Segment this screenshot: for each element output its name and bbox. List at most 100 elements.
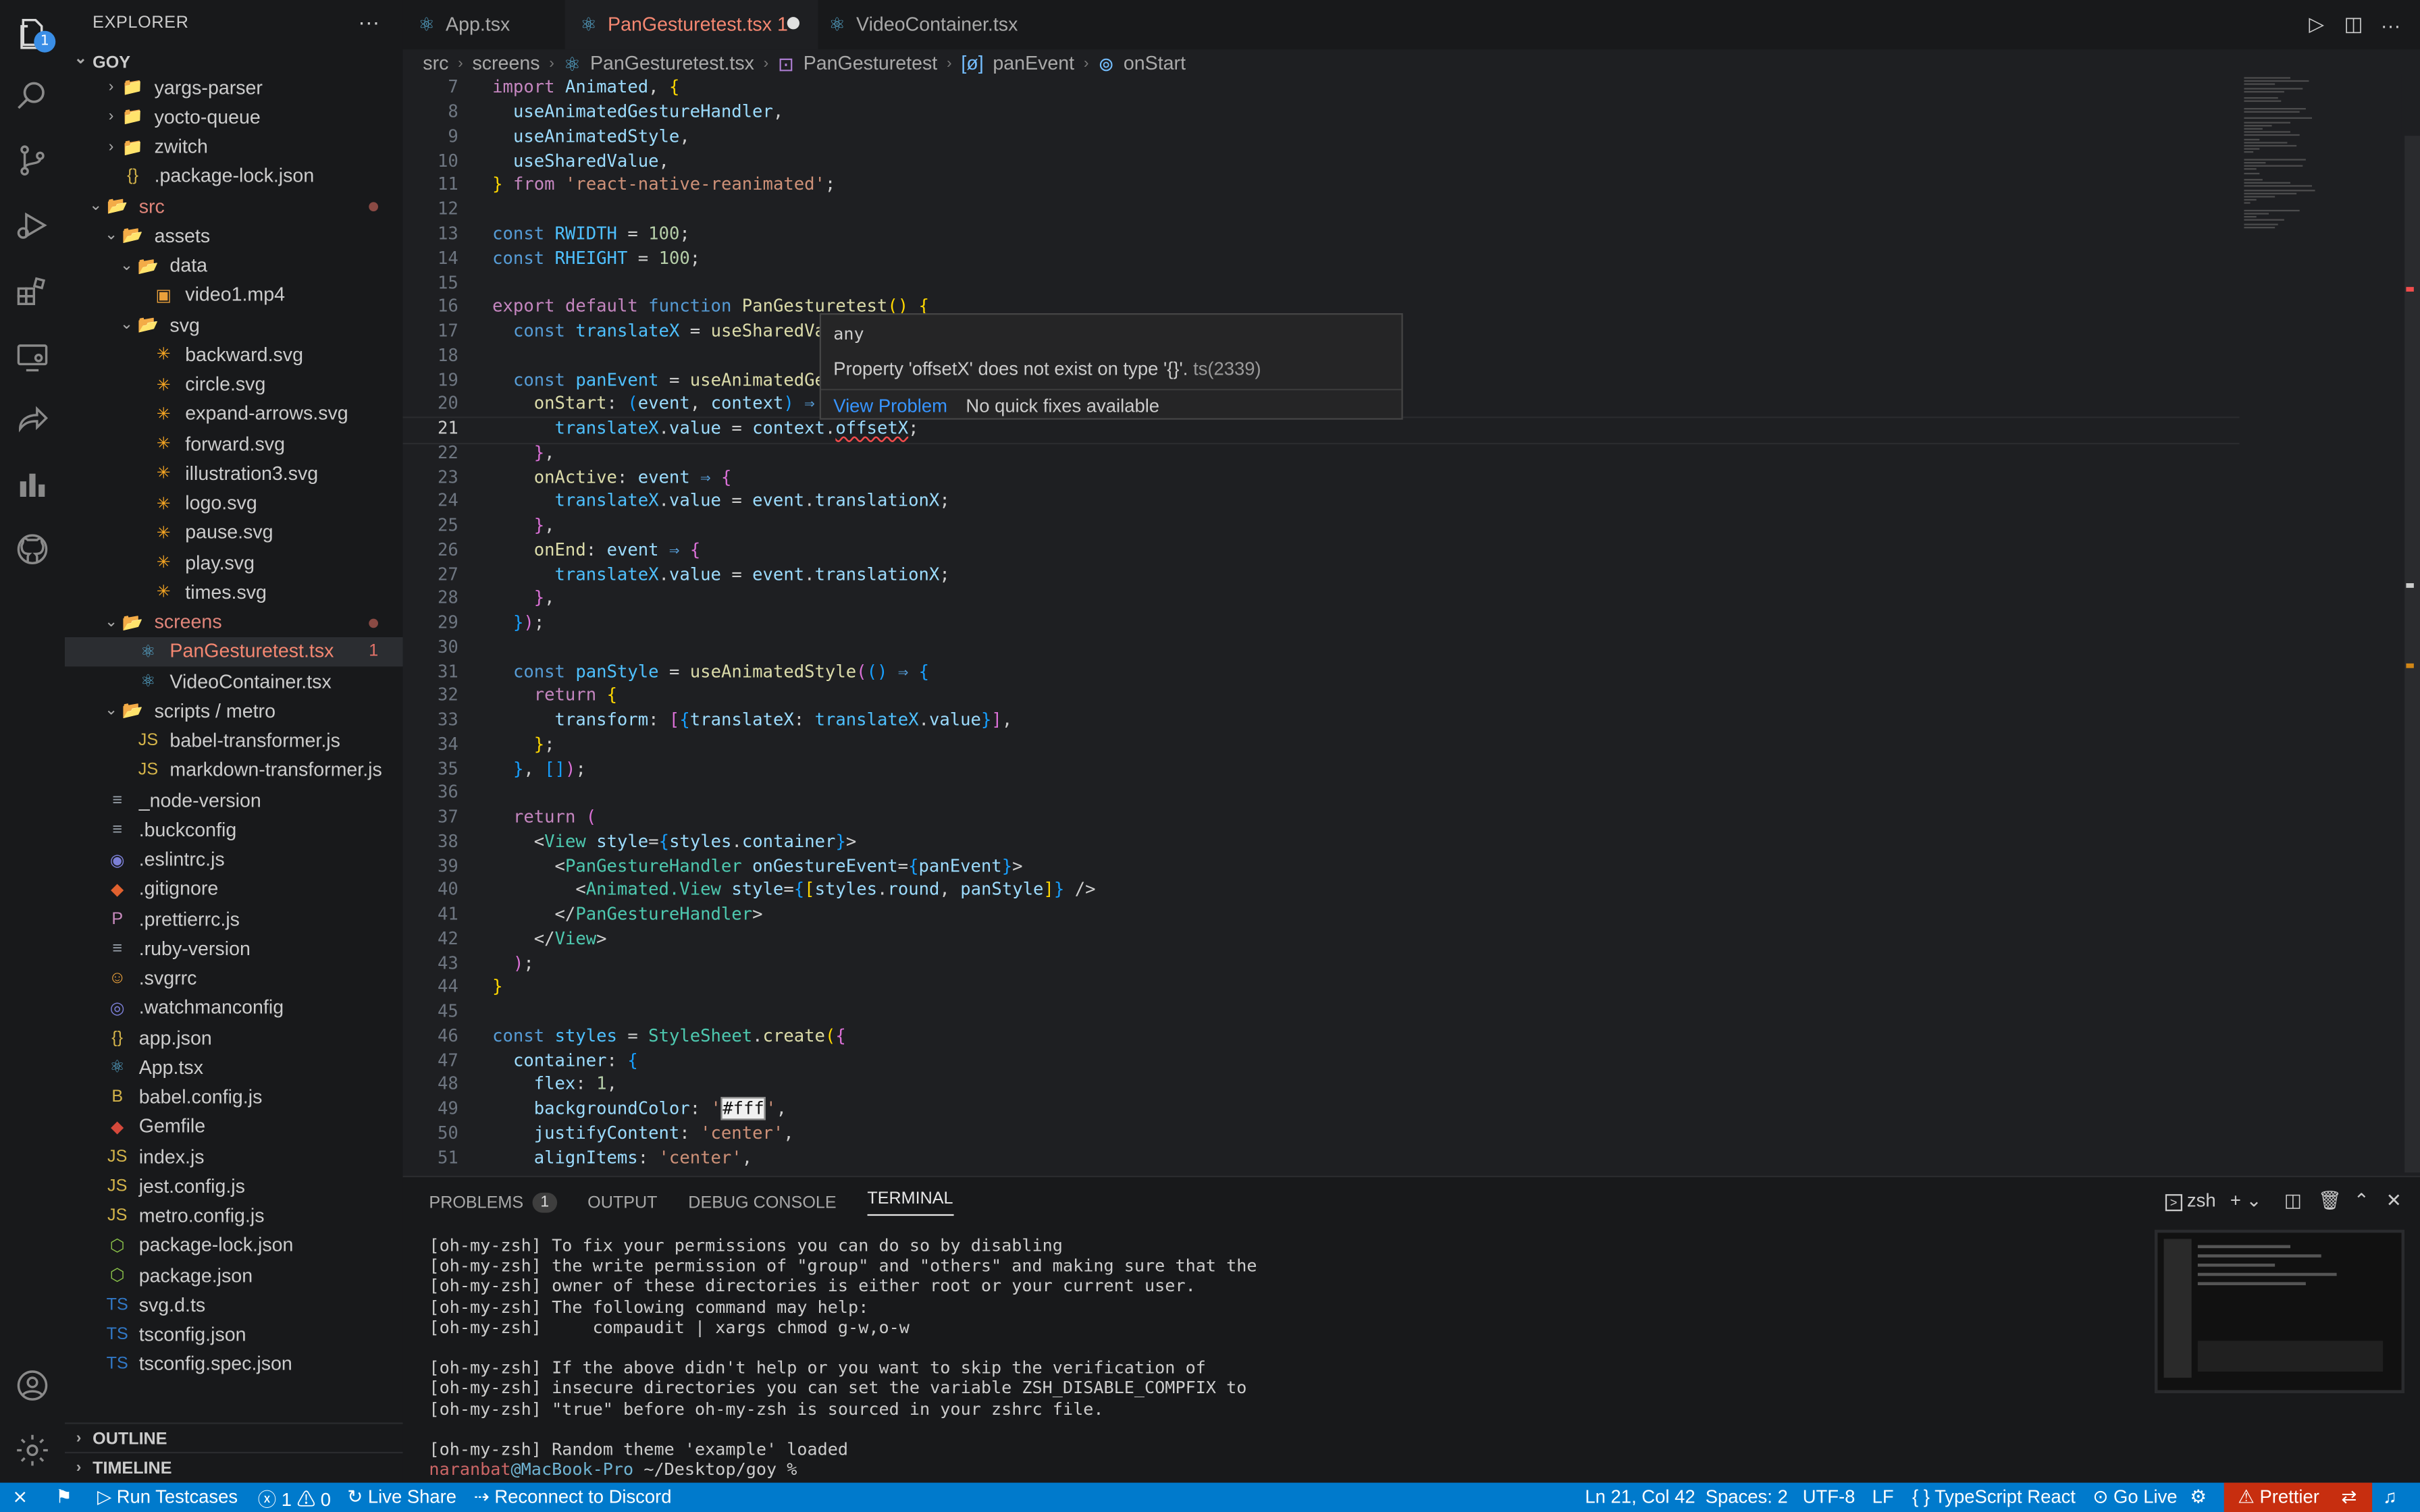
tab-output[interactable]: OUTPUT [587, 1189, 657, 1216]
source-control-icon[interactable] [11, 139, 54, 182]
tree-file[interactable]: JS index.js [65, 1141, 403, 1170]
view-problem-link[interactable]: View Problem [833, 394, 947, 416]
stats-icon[interactable] [11, 463, 54, 506]
close-panel-icon[interactable]: ✕ [2386, 1189, 2402, 1211]
crumb-property[interactable]: onStart [1124, 53, 1186, 74]
feedback-icon[interactable]: ⇄ [2341, 1486, 2357, 1507]
tree-file[interactable]: ✳ play.svg [65, 547, 403, 576]
tree-file[interactable]: ☺ .svgrrc [65, 963, 403, 992]
tree-file[interactable]: ⬡ package.json [65, 1260, 403, 1289]
tree-file[interactable]: Bbabel.config.js [65, 1082, 403, 1111]
tree-file[interactable]: TS svg.d.ts [65, 1290, 403, 1319]
tree-folder[interactable]: ⌄ 📂 assets [65, 221, 403, 250]
tree-folder[interactable]: ⌄ 📂 data [65, 250, 403, 279]
search-icon[interactable] [11, 74, 54, 117]
tree-folder[interactable]: › 📁 yargs-parser [65, 72, 403, 101]
minimap[interactable] [2238, 74, 2401, 244]
tree-file[interactable]: ◎ .watchmanconfig [65, 993, 403, 1022]
more-actions-icon[interactable]: ··· [2378, 12, 2403, 37]
prettier-button[interactable]: ⚠ Prettier [2238, 1486, 2319, 1507]
tab-terminal[interactable]: TERMINAL [867, 1189, 953, 1216]
tree-file[interactable]: TS tsconfig.json [65, 1320, 403, 1349]
tree-file[interactable]: ✳ backward.svg [65, 340, 403, 369]
tree-file[interactable]: ✳ circle.svg [65, 369, 403, 398]
tab-app-tsx[interactable]: ⚛ App.tsx [403, 0, 573, 49]
accounts-icon[interactable] [11, 1364, 54, 1407]
tree-file[interactable]: ◉ .eslintrc.js [65, 844, 403, 873]
tree-file[interactable]: JS jest.config.js [65, 1171, 403, 1200]
crumb-function[interactable]: PanGesturetest [804, 53, 938, 74]
notifications-bell-icon[interactable]: ♫ [2383, 1486, 2397, 1507]
language-mode[interactable]: { } TypeScript React [1912, 1486, 2076, 1507]
tree-file[interactable]: ✳ pause.svg [65, 518, 403, 547]
tree-file[interactable]: ◆ .gitignore [65, 874, 403, 903]
tree-file[interactable]: ⚛ PanGesturetest.tsx 1 [64, 637, 403, 666]
tree-file[interactable]: TS tsconfig.spec.json [65, 1349, 403, 1378]
outline-section[interactable]: › OUTLINE [64, 1422, 403, 1453]
tree-file[interactable]: ⚛ VideoContainer.tsx [65, 666, 403, 695]
extensions-icon[interactable] [11, 270, 54, 313]
tab-videocontainer-tsx[interactable]: ⚛ VideoContainer.tsx [814, 0, 1061, 49]
split-editor-icon[interactable]: ◫ [2341, 12, 2366, 37]
tree-folder[interactable]: ⌄ 📂 src [65, 191, 403, 220]
indentation[interactable]: Spaces: 2 [1706, 1486, 1788, 1507]
split-terminal-icon[interactable]: ◫ [2284, 1189, 2302, 1211]
tree-file[interactable]: {} .package-lock.json [65, 161, 403, 190]
tree-file[interactable]: {} app.json [65, 1023, 403, 1052]
more-actions-icon[interactable]: ··· [358, 9, 379, 34]
github-icon[interactable] [11, 528, 54, 571]
reconnect-discord-button[interactable]: ⇢ Reconnect to Discord [474, 1486, 672, 1507]
terminal-shell-selector[interactable]: > zsh [2165, 1189, 2216, 1212]
unsaved-dot-icon[interactable] [787, 17, 799, 30]
live-share-button[interactable]: ↻ Live Share [347, 1486, 456, 1507]
tree-folder[interactable]: ⌄ 📂 scripts / metro [65, 696, 403, 725]
editor-scrollbar[interactable] [2401, 74, 2420, 1173]
go-live-button[interactable]: ⊙ Go Live [2093, 1486, 2177, 1507]
run-file-icon[interactable]: ▷ [2305, 12, 2330, 37]
timeline-section[interactable]: › TIMELINE [64, 1451, 403, 1483]
tab-problems[interactable]: PROBLEMS 1 [429, 1189, 557, 1216]
crumb-variable[interactable]: panEvent [993, 53, 1074, 74]
encoding[interactable]: UTF-8 [1803, 1486, 1856, 1507]
line-ending[interactable]: LF [1872, 1486, 1894, 1507]
tree-file[interactable]: ✳ forward.svg [65, 429, 403, 458]
problems-indicator[interactable]: ⓧ 1 ⚠ 0 [258, 1486, 331, 1512]
tree-file[interactable]: ✳ expand-arrows.svg [65, 399, 403, 428]
tab-pangesturetest-tsx[interactable]: ⚛ PanGesturetest.tsx 1 [564, 0, 818, 50]
live-share-icon[interactable] [11, 398, 54, 441]
run-testcases-button[interactable]: ▷ Run Testcases [97, 1486, 238, 1507]
tree-file[interactable]: ◆ Gemfile [65, 1112, 403, 1141]
sync-icon[interactable]: ⚙ [2190, 1486, 2207, 1507]
run-debug-icon[interactable] [11, 204, 54, 247]
branch-icon[interactable]: ⚑ [55, 1486, 72, 1507]
crumb-src[interactable]: src [423, 53, 448, 74]
tree-file[interactable]: ≡ _node-version [65, 785, 403, 814]
tree-file[interactable]: JS markdown-transformer.js [65, 755, 403, 784]
tree-file[interactable]: ▣ video1.mp4 [65, 280, 403, 309]
tree-file[interactable]: JS metro.config.js [65, 1201, 403, 1230]
tree-file[interactable]: ≡ .ruby-version [65, 934, 403, 963]
tree-folder[interactable]: › 📁 zwitch [65, 132, 403, 161]
terminal-output[interactable]: [oh-my-zsh] To fix your permissions you … [429, 1236, 1257, 1480]
settings-gear-icon[interactable] [11, 1429, 54, 1472]
tree-file[interactable]: ✳ times.svg [65, 577, 403, 606]
tree-file[interactable]: ≡ .buckconfig [65, 815, 403, 844]
new-terminal-icon[interactable]: + ⌄ [2230, 1189, 2262, 1211]
crumb-screens[interactable]: screens [472, 53, 540, 74]
tree-folder[interactable]: ⌄ 📂 screens [65, 607, 403, 636]
tree-folder[interactable]: ⌄ 📂 svg [65, 310, 403, 339]
maximize-panel-icon[interactable]: ⌃ [2354, 1189, 2369, 1211]
code-editor[interactable]: 7 8 9 10 11 12 13 14 15 16 17 18 19 20 21 22 23 24 25 26 27 2… [402, 77, 2402, 1172]
tree-file[interactable]: JS babel-transformer.js [65, 726, 403, 755]
tab-debug-console[interactable]: DEBUG CONSOLE [688, 1189, 836, 1216]
tree-file[interactable]: ⬡ package-lock.json [65, 1231, 403, 1260]
tree-folder[interactable]: › 📁 yocto-queue [65, 102, 403, 131]
tree-file[interactable]: ✳ illustration3.svg [65, 458, 403, 487]
remote-indicator-icon[interactable]: ⨯ [12, 1486, 28, 1507]
terminal-prompt[interactable]: naranbat@MacBook-Pro ~/Desktop/goy % [429, 1460, 1257, 1480]
remote-explorer-icon[interactable] [11, 335, 54, 378]
tree-file[interactable]: P .prettierrc.js [65, 904, 403, 933]
tree-file[interactable]: ✳ logo.svg [65, 488, 403, 517]
tree-file[interactable]: ⚛ App.tsx [65, 1052, 403, 1081]
crumb-file[interactable]: PanGesturetest.tsx [590, 53, 754, 74]
